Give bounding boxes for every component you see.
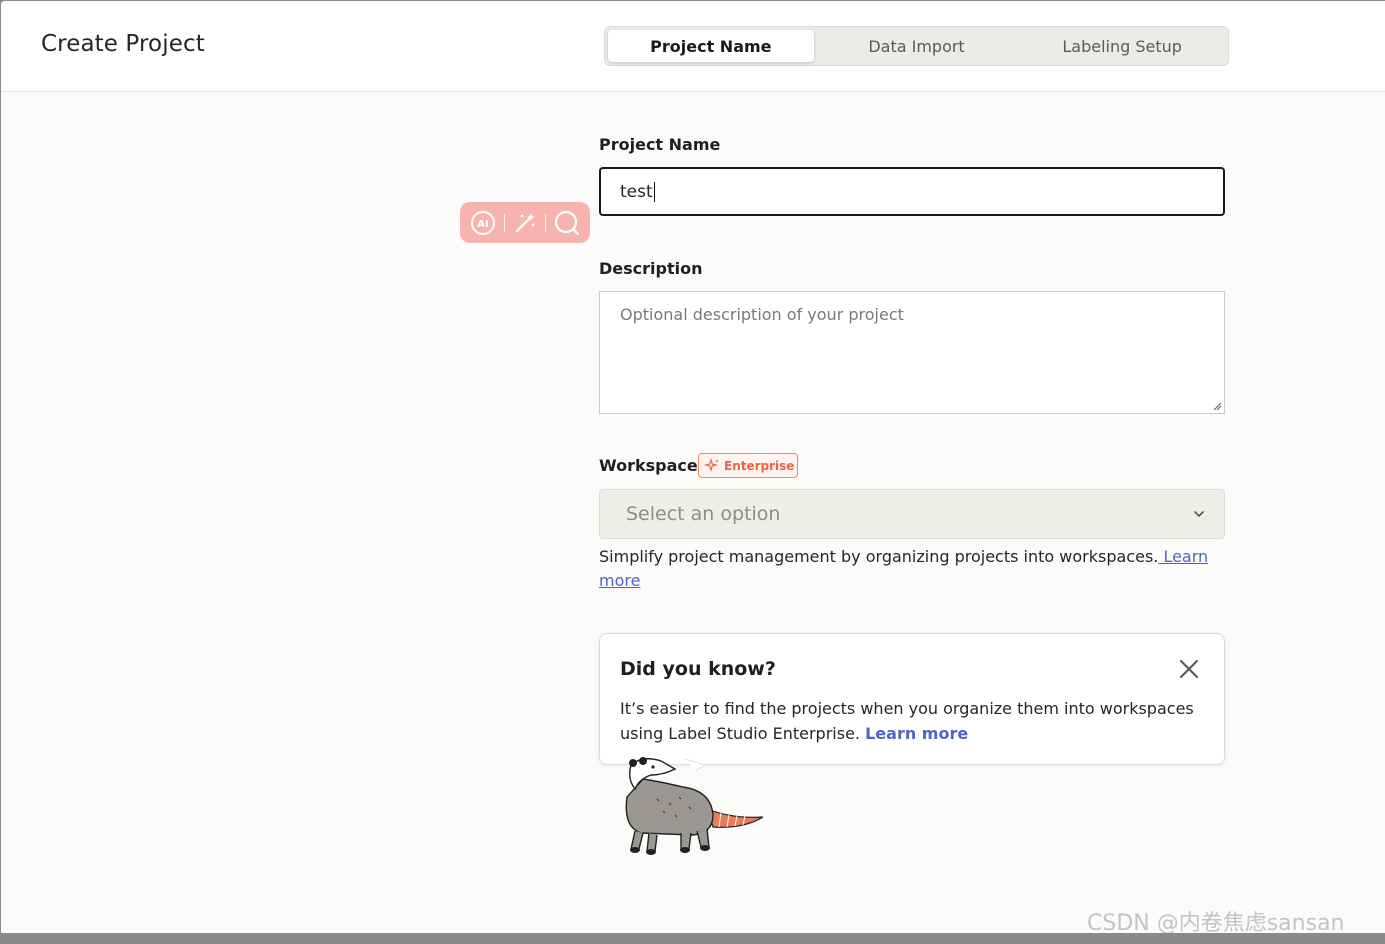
description-label: Description (599, 259, 703, 278)
workspace-select-placeholder: Select an option (626, 503, 781, 525)
did-you-know-card: Did you know? It’s easier to find the pr… (599, 633, 1225, 765)
tip-learn-more-link[interactable]: Learn more (865, 724, 968, 743)
workspace-help-copy: Simplify project management by organizin… (599, 547, 1159, 566)
tab-project-name[interactable]: Project Name (608, 30, 814, 62)
search-icon[interactable] (553, 209, 581, 237)
svg-text:AI: AI (477, 219, 488, 230)
modal-header: Create Project Project Name Data Import … (1, 1, 1385, 92)
text-caret (653, 181, 655, 202)
tip-body: It’s easier to find the projects when yo… (620, 696, 1210, 746)
step-tabs: Project Name Data Import Labeling Setup (604, 26, 1229, 66)
description-textarea[interactable]: Optional description of your project (599, 291, 1225, 414)
enterprise-badge-label: Enterprise (724, 458, 795, 473)
enterprise-badge: Enterprise (698, 453, 798, 478)
toolbar-divider (503, 213, 505, 232)
chevron-down-icon (1194, 511, 1204, 518)
magic-wand-icon[interactable] (511, 209, 539, 237)
tip-title: Did you know? (620, 658, 776, 680)
workspace-help-text: Simplify project management by organizin… (599, 545, 1219, 593)
workspace-select[interactable]: Select an option (599, 489, 1225, 539)
page-title: Create Project (41, 31, 205, 57)
ai-chat-icon[interactable]: AI (469, 209, 497, 237)
sparkle-icon (704, 457, 719, 472)
project-name-label: Project Name (599, 135, 721, 154)
ai-assist-toolbar: AI (460, 202, 590, 243)
description-placeholder: Optional description of your project (620, 305, 904, 324)
opossum-mascot-illustration (625, 757, 764, 855)
resize-grip-icon[interactable] (1212, 401, 1222, 411)
tab-data-import[interactable]: Data Import (814, 30, 1020, 62)
toolbar-divider (545, 213, 547, 232)
close-icon[interactable] (1178, 658, 1200, 680)
tab-labeling-setup[interactable]: Labeling Setup (1019, 30, 1225, 62)
watermark: CSDN @内卷焦虑sansan (1087, 911, 1345, 933)
project-name-value: test (620, 181, 653, 202)
project-name-input[interactable]: test (599, 167, 1225, 216)
workspace-label: Workspace (599, 456, 698, 475)
create-project-modal: Create Project Project Name Data Import … (1, 1, 1385, 933)
